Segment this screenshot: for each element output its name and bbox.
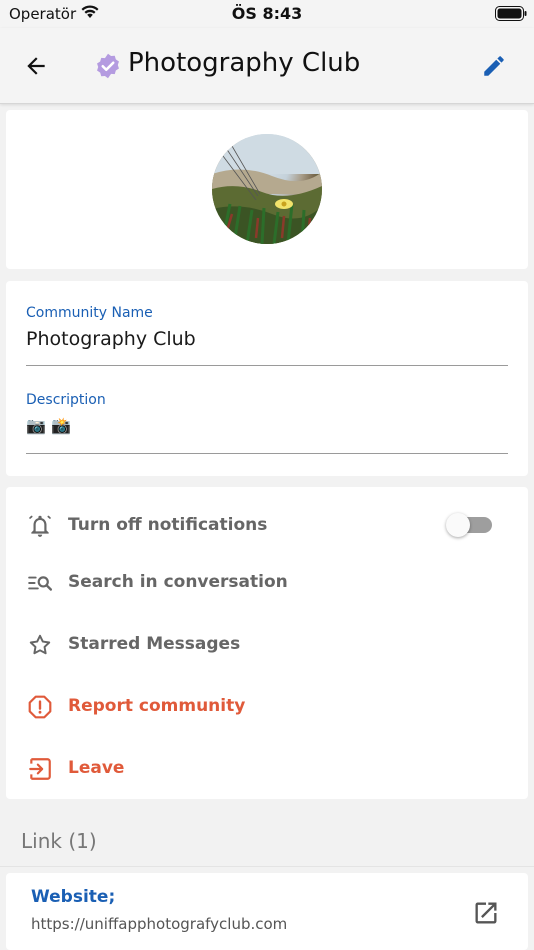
leave-row[interactable]: Leave (6, 743, 528, 793)
community-name-underline (26, 365, 508, 366)
app-bar: Photography Club (0, 28, 534, 104)
toggle-knob (446, 513, 470, 537)
status-bar: Operatör ÖS 8:43 (0, 0, 534, 28)
open-link-button[interactable] (470, 897, 502, 929)
turn-off-notifications-row[interactable]: Turn off notifications (6, 500, 528, 550)
back-button[interactable] (20, 50, 52, 82)
section-divider (0, 866, 534, 867)
page-title: Photography Club (128, 48, 361, 78)
leave-label: Leave (68, 758, 125, 778)
community-photo (212, 134, 322, 244)
edit-button[interactable] (478, 50, 510, 82)
link-item[interactable]: Website; https://uniffapphotografyclub.c… (6, 873, 528, 950)
verified-badge-icon (97, 53, 119, 79)
status-time: ÖS 8:43 (231, 4, 303, 23)
community-fields-card: Community Name Photography Club Descript… (6, 281, 528, 476)
bell-off-icon (26, 512, 54, 540)
arrow-left-icon (27, 57, 45, 75)
turn-off-notifications-label: Turn off notifications (68, 515, 268, 535)
description-underline (26, 453, 508, 454)
description-field[interactable]: 📷 📸 (26, 416, 71, 435)
report-community-row[interactable]: Report community (6, 681, 528, 731)
pencil-icon (484, 56, 504, 76)
notifications-toggle[interactable] (446, 513, 492, 537)
starred-messages-label: Starred Messages (68, 634, 241, 654)
community-avatar[interactable] (212, 134, 322, 244)
star-icon (26, 631, 54, 659)
search-in-conversation-row[interactable]: Search in conversation (6, 557, 528, 607)
description-label: Description (26, 392, 106, 408)
avatar-card (6, 110, 528, 269)
search-in-conversation-label: Search in conversation (68, 572, 288, 592)
starred-messages-row[interactable]: Starred Messages (6, 619, 528, 669)
report-icon (26, 693, 54, 721)
open-external-icon (475, 902, 497, 924)
link-url[interactable]: https://uniffapphotografyclub.com (31, 915, 287, 933)
report-community-label: Report community (68, 696, 246, 716)
links-section-header: Link (1) (21, 829, 97, 853)
community-name-label: Community Name (26, 305, 153, 321)
community-name-field[interactable]: Photography Club (26, 328, 196, 350)
search-list-icon (26, 569, 54, 597)
link-title: Website; (31, 887, 116, 907)
battery-icon (495, 6, 527, 21)
exit-icon (26, 755, 54, 783)
community-actions-card: Turn off notifications Search in convers… (6, 487, 528, 799)
